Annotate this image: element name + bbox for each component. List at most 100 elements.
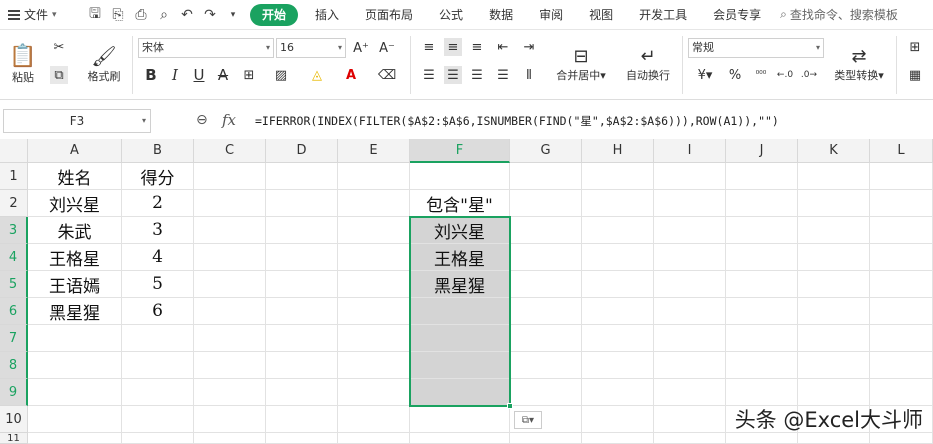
cell-e3[interactable]	[338, 217, 410, 244]
indent-increase-icon[interactable]: ⇥	[520, 38, 538, 56]
cell-l11[interactable]	[870, 433, 933, 444]
print-preview-icon[interactable]: ⌕	[155, 6, 173, 24]
cell-b1[interactable]: 得分	[122, 163, 194, 190]
row-header-6[interactable]: 6	[0, 298, 28, 325]
cell-c3[interactable]	[194, 217, 266, 244]
cell-e8[interactable]	[338, 352, 410, 379]
cell-c4[interactable]	[194, 244, 266, 271]
cell-f8[interactable]	[410, 352, 510, 379]
row-header-11[interactable]: 11	[0, 433, 28, 444]
row-header-4[interactable]: 4	[0, 244, 28, 271]
tab-view[interactable]: 视图	[576, 4, 626, 26]
cell-i3[interactable]	[654, 217, 726, 244]
cell-b10[interactable]	[122, 406, 194, 433]
copy-icon[interactable]: ⧉	[50, 66, 68, 84]
justify-icon[interactable]: ☰	[494, 66, 512, 84]
percent-icon[interactable]: %	[726, 66, 744, 84]
paste-button[interactable]: 📋 粘贴	[6, 36, 40, 92]
fill-pattern-icon[interactable]: ▨	[272, 66, 290, 84]
row-header-10[interactable]: 10	[0, 406, 28, 433]
cell-h10[interactable]	[582, 406, 654, 433]
row-header-3[interactable]: 3	[0, 217, 28, 244]
column-header-l[interactable]: L	[870, 139, 933, 163]
cell-j3[interactable]	[726, 217, 798, 244]
cell-a3[interactable]: 朱武	[28, 217, 122, 244]
wrap-text-button[interactable]: ↵ 自动换行	[618, 36, 678, 92]
cell-a5[interactable]: 王语嫣	[28, 271, 122, 298]
cell-f5[interactable]: 黑星猩	[410, 271, 510, 298]
cell-d2[interactable]	[266, 190, 338, 217]
cell-d6[interactable]	[266, 298, 338, 325]
command-search[interactable]: ⌕ 查找命令、搜索模板	[780, 6, 898, 23]
cell-i2[interactable]	[654, 190, 726, 217]
cell-f7[interactable]	[410, 325, 510, 352]
cell-f2[interactable]: 包含"星"	[410, 190, 510, 217]
fx-icon[interactable]: fx	[222, 111, 236, 129]
format-painter-button[interactable]: 🖌 格式刷	[82, 36, 126, 92]
customize-chevron-icon[interactable]: ▾	[224, 6, 242, 24]
cell-a1[interactable]: 姓名	[28, 163, 122, 190]
cell-h4[interactable]	[582, 244, 654, 271]
border-icon[interactable]: ⊞	[240, 66, 258, 84]
cell-a2[interactable]: 刘兴星	[28, 190, 122, 217]
cell-j9[interactable]	[726, 379, 798, 406]
cell-k4[interactable]	[798, 244, 870, 271]
cell-g9[interactable]	[510, 379, 582, 406]
cell-a8[interactable]	[28, 352, 122, 379]
merge-center-button[interactable]: ⊟ 合并居中▾	[548, 36, 614, 92]
column-header-b[interactable]: B	[122, 139, 194, 163]
cell-c5[interactable]	[194, 271, 266, 298]
column-header-a[interactable]: A	[28, 139, 122, 163]
cell-c1[interactable]	[194, 163, 266, 190]
align-bottom-icon[interactable]: ≡	[468, 38, 486, 56]
cell-j1[interactable]	[726, 163, 798, 190]
cell-g4[interactable]	[510, 244, 582, 271]
align-left-icon[interactable]: ☰	[420, 66, 438, 84]
tab-member[interactable]: 会员专享	[700, 4, 774, 26]
strikethrough-icon[interactable]: A	[214, 66, 232, 84]
cell-d9[interactable]	[266, 379, 338, 406]
zoom-icon[interactable]: ⊖	[196, 112, 208, 128]
font-size-select[interactable]: 16 ▾	[276, 38, 346, 58]
cell-d10[interactable]	[266, 406, 338, 433]
cell-a4[interactable]: 王格星	[28, 244, 122, 271]
cell-c6[interactable]	[194, 298, 266, 325]
formula-input[interactable]: =IFERROR(INDEX(FILTER($A$2:$A$6,ISNUMBER…	[255, 109, 930, 133]
cell-l2[interactable]	[870, 190, 933, 217]
cell-k9[interactable]	[798, 379, 870, 406]
column-header-j[interactable]: J	[726, 139, 798, 163]
tab-home[interactable]: 开始	[250, 3, 299, 26]
cell-b4[interactable]: 4	[122, 244, 194, 271]
cell-i4[interactable]	[654, 244, 726, 271]
fill-color-icon[interactable]: ◬	[308, 66, 326, 84]
undo-icon[interactable]: ↶	[178, 6, 196, 24]
cell-i7[interactable]	[654, 325, 726, 352]
cell-i5[interactable]	[654, 271, 726, 298]
cell-j2[interactable]	[726, 190, 798, 217]
cell-e10[interactable]	[338, 406, 410, 433]
cell-h6[interactable]	[582, 298, 654, 325]
cell-e11[interactable]	[338, 433, 410, 444]
currency-icon[interactable]: ¥ ▾	[692, 66, 718, 84]
tab-data[interactable]: 数据	[476, 4, 526, 26]
cell-c7[interactable]	[194, 325, 266, 352]
cell-j7[interactable]	[726, 325, 798, 352]
align-right-icon[interactable]: ☰	[468, 66, 486, 84]
cell-g6[interactable]	[510, 298, 582, 325]
tab-review[interactable]: 审阅	[526, 4, 576, 26]
column-header-k[interactable]: K	[798, 139, 870, 163]
cell-e2[interactable]	[338, 190, 410, 217]
cell-e5[interactable]	[338, 271, 410, 298]
export-icon[interactable]: ⎘	[109, 6, 127, 24]
column-header-i[interactable]: I	[654, 139, 726, 163]
cell-b3[interactable]: 3	[122, 217, 194, 244]
cell-d5[interactable]	[266, 271, 338, 298]
row-header-2[interactable]: 2	[0, 190, 28, 217]
save-icon[interactable]: 🖫	[86, 6, 104, 24]
cell-g7[interactable]	[510, 325, 582, 352]
cell-d7[interactable]	[266, 325, 338, 352]
align-center-icon[interactable]: ☰	[444, 66, 462, 84]
cell-k5[interactable]	[798, 271, 870, 298]
cell-b9[interactable]	[122, 379, 194, 406]
name-box[interactable]: F3 ▾	[3, 109, 151, 133]
